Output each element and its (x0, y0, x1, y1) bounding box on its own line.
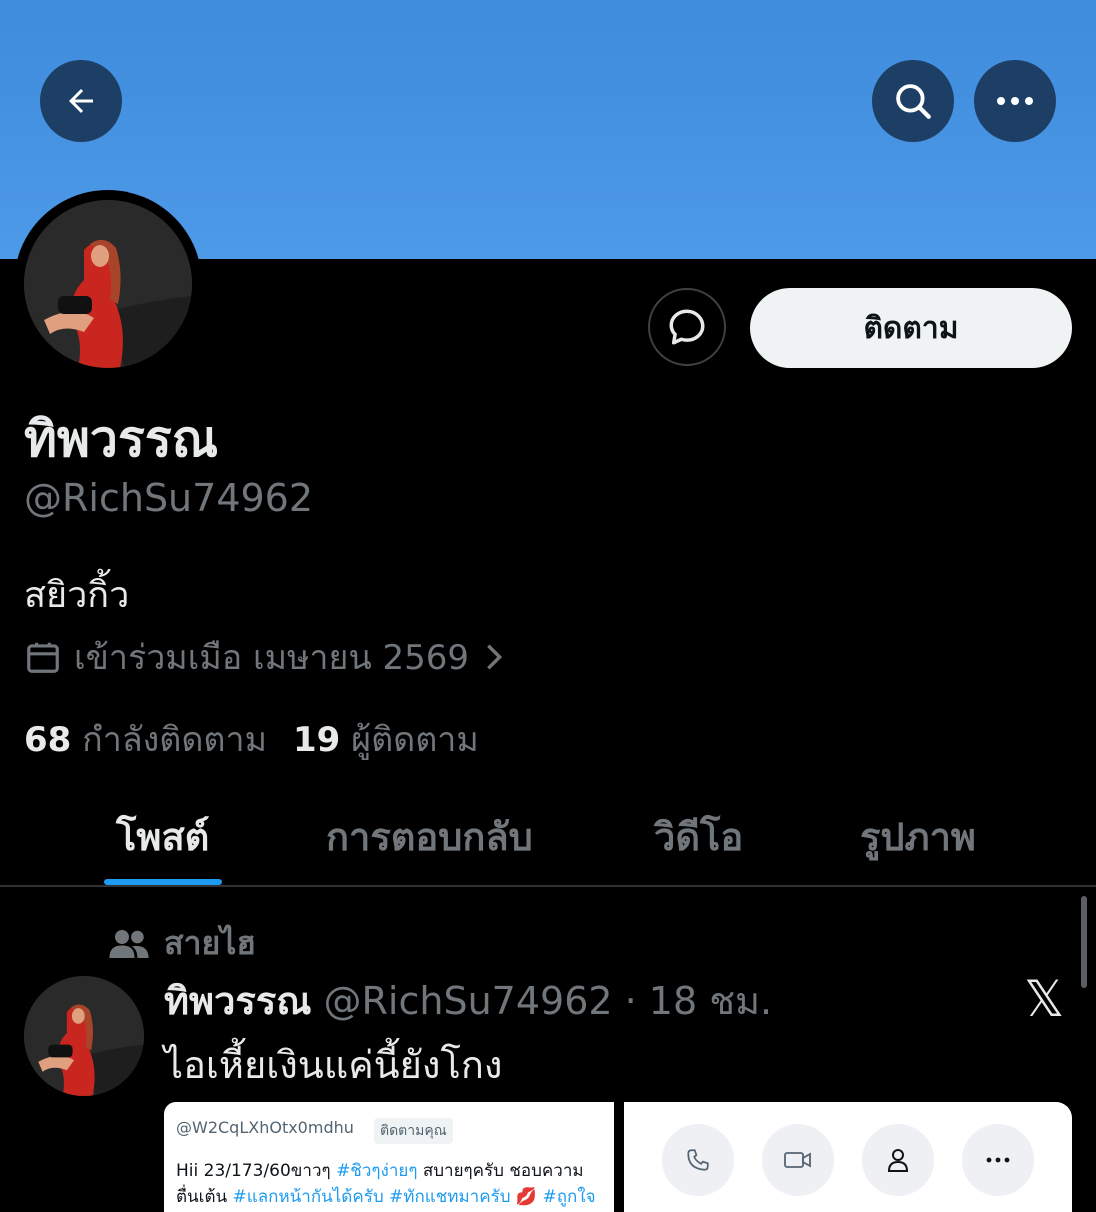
media-cropped-heading (174, 1102, 180, 1115)
post-text: ไอเหี้ยเงินแค่นี้ยังโกง (164, 1043, 503, 1087)
scrollbar[interactable] (1081, 896, 1087, 988)
search-button[interactable] (872, 60, 954, 142)
tab-replies[interactable]: การตอบกลับ (326, 806, 533, 867)
post-image-2[interactable] (624, 1102, 1072, 1212)
post-avatar[interactable] (24, 976, 144, 1096)
calendar-icon (27, 642, 59, 673)
followers-count: 19 (293, 720, 341, 760)
post-image-1[interactable]: @W2CqLXhOtx0mdhu ติดตามคุณ Hii 23/173/60… (164, 1102, 614, 1212)
tab-videos[interactable]: วิดีโอ (654, 806, 743, 867)
search-icon (896, 84, 931, 119)
profile-name: ทิพวรรณ (24, 410, 219, 468)
following-label: กำลังติดตาม (82, 720, 267, 760)
profile-bio: สยิวกิ้ว (24, 575, 130, 616)
video-call-button (762, 1124, 834, 1196)
people-icon (109, 929, 149, 958)
media-bio-text: Hii 23/173/60ขาวๆ #ชิวๆง่ายๆ สบายๆครับ ช… (176, 1158, 606, 1210)
more-button[interactable] (974, 60, 1056, 142)
following-count: 68 (24, 720, 72, 760)
pinned-header: สายไฮ (108, 918, 256, 969)
tab-photos[interactable]: รูปภาพ (860, 806, 976, 867)
x-logo-icon: 𝕏 (1024, 970, 1065, 1028)
post-author-meta: @RichSu74962 · 18 ชม. (323, 979, 773, 1023)
tab-posts[interactable]: โพสต์ (116, 806, 209, 867)
joined-date[interactable]: เข้าร่วมเมือ เมษายน 2569 (24, 630, 507, 684)
following-stat[interactable]: 68 กำลังติดตาม (24, 712, 267, 766)
follow-button[interactable]: ติดตาม (750, 288, 1072, 368)
tabs-divider (0, 885, 1096, 887)
profile-handle: @RichSu74962 (24, 476, 314, 520)
avatar-illustration (24, 200, 192, 368)
person-icon (887, 1149, 909, 1172)
media-bio-line2: ตื่นเต้น (176, 1187, 233, 1207)
avatar-illustration (24, 976, 144, 1096)
more-options-button (962, 1124, 1034, 1196)
joined-label: เข้าร่วมเมือ เมษายน 2569 (74, 638, 470, 678)
phone-button (662, 1124, 734, 1196)
phone-icon (687, 1149, 709, 1171)
followers-stat[interactable]: 19 ผู้ติดตาม (293, 712, 479, 766)
media-bio-tag2: #แลกหน้ากันได้ครับ #ทักแชทมาครับ 💋 #ถูกใ… (232, 1187, 596, 1207)
message-button[interactable] (648, 288, 726, 366)
media-follows-badge: ติดตามคุณ (374, 1118, 453, 1144)
follow-stats: 68 กำลังติดตาม 19 ผู้ติดตาม (24, 712, 479, 766)
more-horizontal-icon (997, 97, 1033, 105)
profile-avatar[interactable] (24, 200, 192, 368)
arrow-left-icon (69, 89, 93, 113)
media-bio-line1-rest: สบายๆครับ ชอบความ (417, 1161, 584, 1181)
back-button[interactable] (40, 60, 122, 142)
profile-button (862, 1124, 934, 1196)
post-author-name[interactable]: ทิพวรรณ (164, 970, 312, 1031)
post-header: ทิพวรรณ @RichSu74962 · 18 ชม. (164, 970, 772, 1031)
followers-label: ผู้ติดตาม (351, 720, 479, 760)
media-bio-line1: Hii 23/173/60ขาวๆ (176, 1161, 337, 1181)
chevron-right-icon (487, 644, 503, 670)
media-handle: @W2CqLXhOtx0mdhu (176, 1118, 354, 1137)
more-horizontal-icon (986, 1157, 1010, 1163)
video-camera-icon (784, 1152, 811, 1168)
pinned-label: สายไฮ (164, 924, 256, 962)
message-bubble-icon (669, 309, 705, 345)
media-bio-tag1: #ชิวๆง่ายๆ (336, 1161, 418, 1181)
